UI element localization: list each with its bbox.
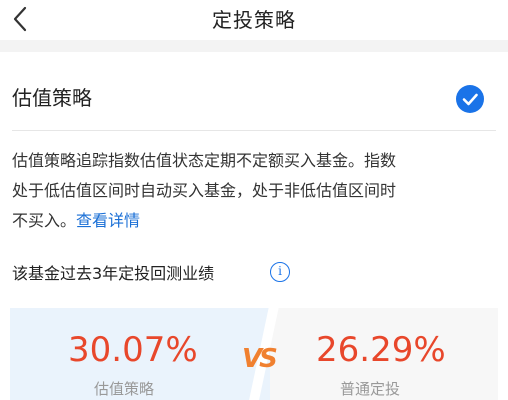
description-line: 估值策略追踪指数估值状态定期不定额买入基金。指数 — [12, 151, 397, 170]
page-title: 定投策略 — [212, 8, 296, 32]
description-line: 处于低估值区间时自动买入基金，处于非低估值区间时 — [12, 181, 397, 200]
strategy-description: 估值策略追踪指数估值状态定期不定额买入基金。指数 处于低估值区间时自动买入基金，… — [12, 146, 498, 236]
info-icon[interactable]: i — [270, 262, 290, 282]
backtest-title: 该基金过去3年定投回测业绩 — [12, 264, 215, 283]
description-text: 不买入。 — [12, 211, 77, 230]
top-nav-bar: 定投策略 — [0, 0, 508, 40]
check-circle-icon[interactable] — [456, 85, 484, 113]
divider — [12, 130, 496, 131]
view-details-link[interactable]: 查看详情 — [76, 211, 140, 230]
regular-return-value: 26.29% — [316, 330, 446, 370]
strategy-card: 估值策略 估值策略追踪指数估值状态定期不定额买入基金。指数 处于低估值区间时自动… — [0, 52, 508, 400]
strategy-name: 估值策略 — [12, 86, 92, 110]
strategy-option-valuation[interactable]: 估值策略 — [0, 52, 508, 130]
vs-badge: VS — [242, 344, 278, 374]
section-gap — [0, 40, 508, 52]
valuation-return-value: 30.07% — [68, 330, 198, 370]
valuation-return-label: 估值策略 — [94, 380, 155, 398]
comparison-panel: 30.07% 估值策略 VS 26.29% 普通定投 — [10, 308, 498, 400]
regular-return-label: 普通定投 — [340, 380, 401, 398]
description-line-last: 不买入。查看详情 — [12, 206, 498, 236]
